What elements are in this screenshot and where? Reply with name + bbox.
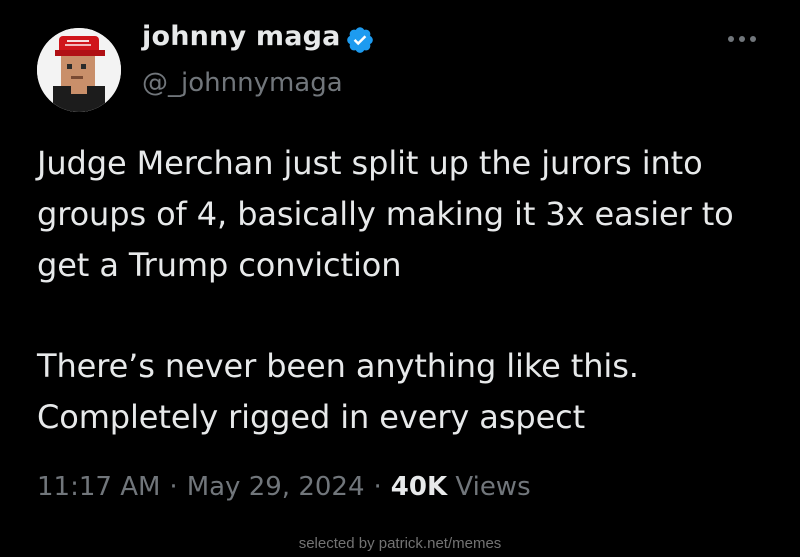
tweet-card: johnny maga @_johnnymaga Judge Merchan j…	[0, 0, 800, 557]
more-options-icon[interactable]	[722, 30, 762, 48]
tweet-date[interactable]: May 29, 2024	[187, 472, 365, 502]
tweet-text-line: Judge Merchan just split up the jurors i…	[37, 144, 703, 182]
tweet-metadata: 11:17 AM · May 29, 2024 · 40K Views	[37, 472, 531, 502]
tweet-text: Judge Merchan just split up the jurors i…	[37, 138, 777, 443]
verified-badge-icon	[347, 27, 373, 53]
tweet-time[interactable]: 11:17 AM	[37, 472, 160, 502]
user-handle[interactable]: @_johnnymaga	[142, 68, 343, 98]
display-name[interactable]: johnny maga	[142, 21, 341, 52]
avatar-pixel-art-icon	[37, 28, 121, 112]
tweet-text-line: Completely rigged in every aspect	[37, 398, 586, 436]
tweet-text-line: There’s never been anything like this.	[37, 347, 639, 385]
avatar[interactable]	[37, 28, 121, 112]
tweet-text-line: get a Trump conviction	[37, 246, 402, 284]
separator-dot: ·	[373, 472, 382, 502]
watermark: selected by patrick.net/memes	[298, 535, 502, 552]
more-dot	[728, 36, 734, 42]
more-dot	[750, 36, 756, 42]
separator-dot: ·	[169, 472, 178, 502]
more-dot	[739, 36, 745, 42]
tweet-text-line: groups of 4, basically making it 3x easi…	[37, 195, 734, 233]
views-count[interactable]: 40K	[391, 472, 447, 502]
views-label: Views	[455, 472, 531, 502]
